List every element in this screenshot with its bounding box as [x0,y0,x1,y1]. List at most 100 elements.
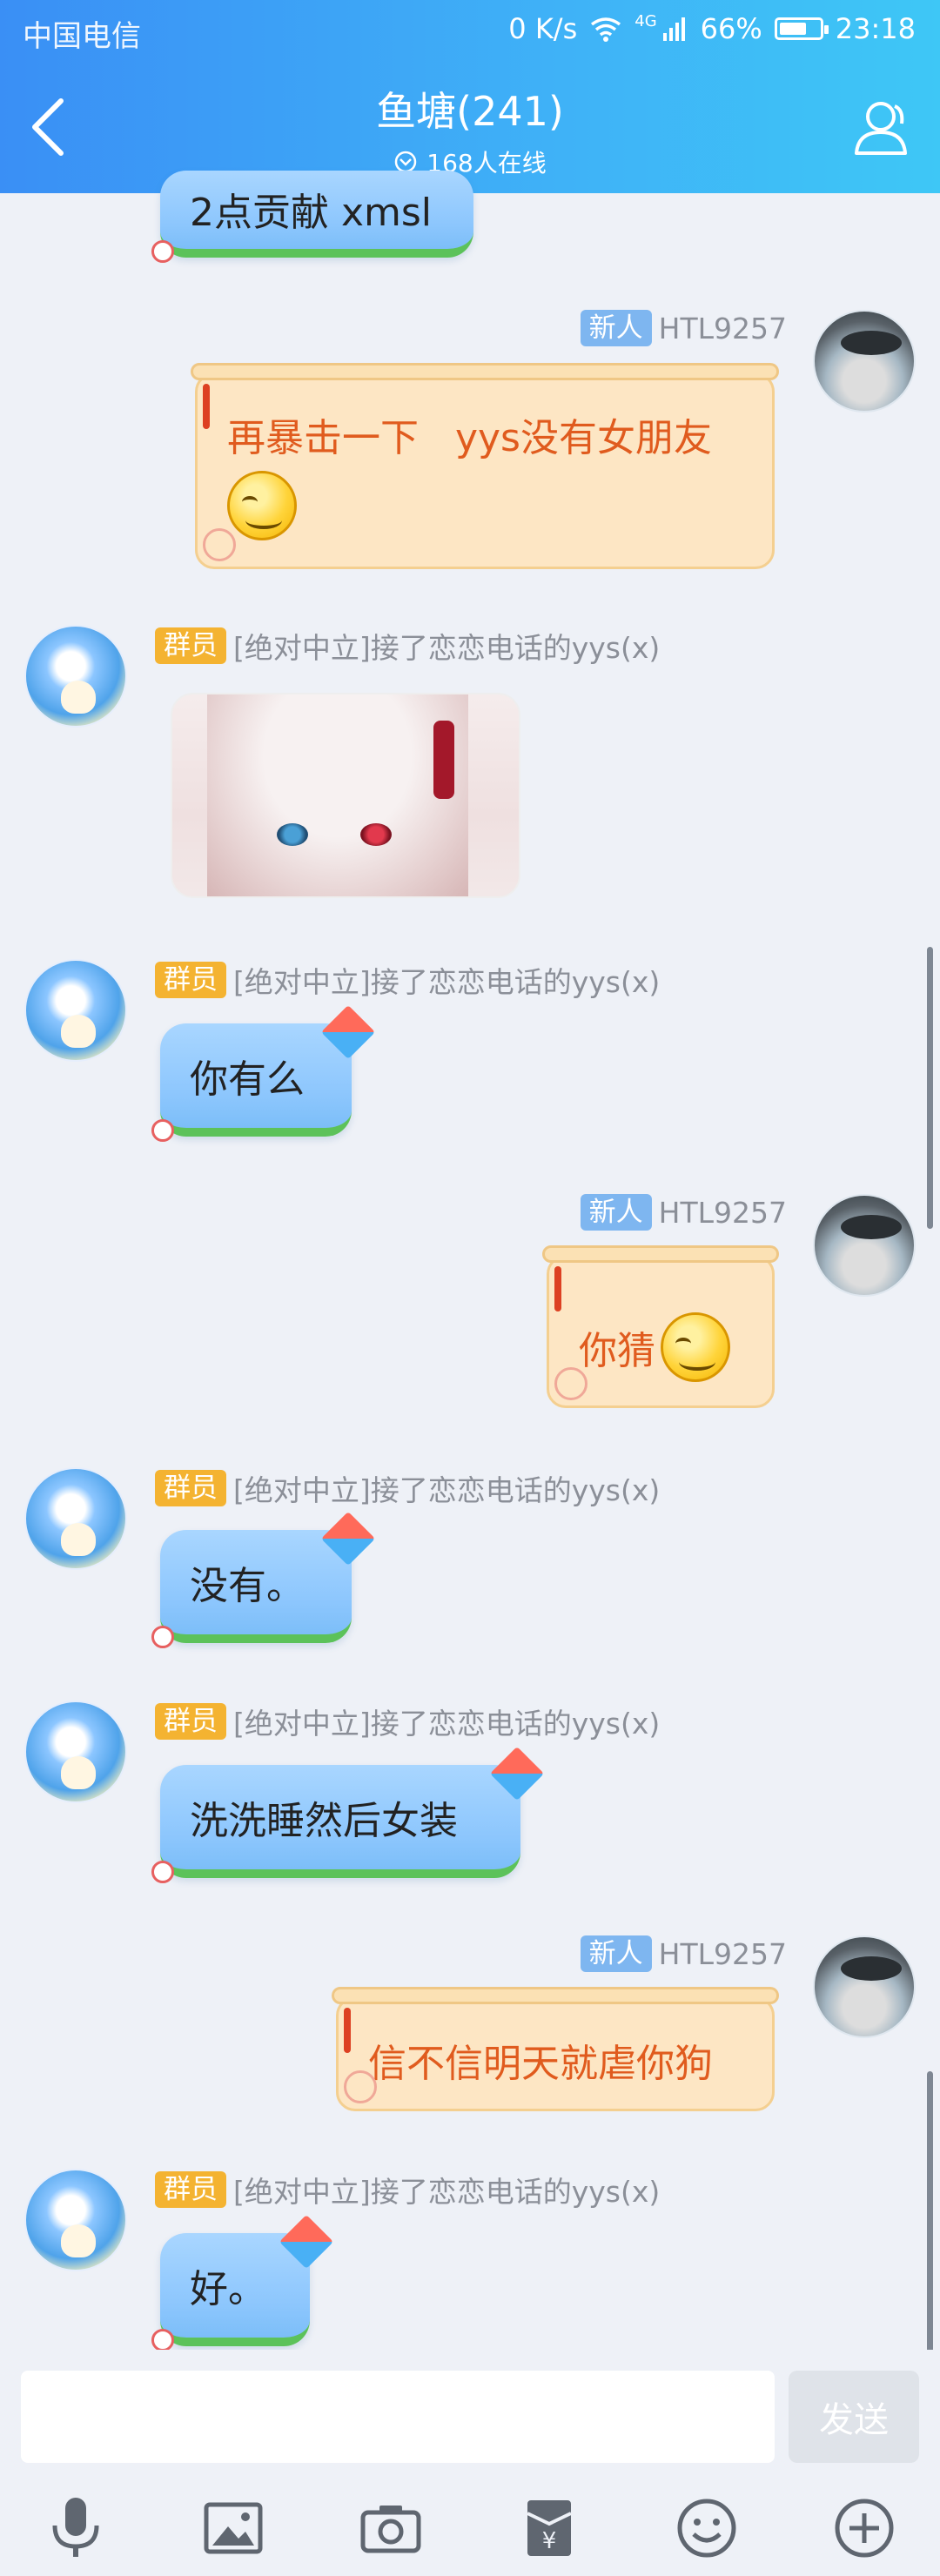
sender-meta: 群员 [绝对中立]接了恋恋电话的yys(x) [155,625,660,667]
image-detail [277,823,308,846]
sender-meta: 群员 [绝对中立]接了恋恋电话的yys(x) [155,1701,660,1742]
role-badge: 群员 [155,627,226,664]
bubble-decoration [554,1367,588,1400]
bubble-decoration [151,1626,174,1648]
message-text: 你猜 [579,1329,655,1373]
bubble-decoration [332,1987,779,2004]
avatar[interactable] [24,1467,127,1570]
message-bubble[interactable]: 你有么 [151,1004,376,1142]
bubble-decoration [344,2008,351,2053]
clock: 23:18 [835,12,916,45]
sender-name: [绝对中立]接了恋恋电话的yys(x) [233,965,661,999]
input-area: 发送 ¥ [0,2350,940,2576]
bubble-decoration [151,2329,174,2351]
group-title: 鱼塘(241) [376,88,564,135]
scrollbar[interactable] [927,2071,933,2371]
sender-meta: 群员 [绝对中立]接了恋恋电话的yys(x) [155,959,660,1001]
avatar[interactable] [813,1935,916,2038]
voice-button[interactable] [37,2489,115,2567]
message-bubble[interactable]: 2点贡献 xmsl [151,171,473,263]
camera-icon [360,2506,421,2553]
signal-icon [662,17,685,41]
sender-meta: 新人 HTL9257 [580,1935,787,1972]
message-text: 好。 [190,2267,266,2311]
group-members-button[interactable] [849,94,916,160]
wifi-icon [591,17,621,42]
sender-name: HTL9257 [658,1936,787,1971]
scrollbar[interactable] [927,947,933,1229]
message-text: 你有么 [190,1057,305,1102]
sender-name: [绝对中立]接了恋恋电话的yys(x) [233,1473,661,1507]
red-packet-button[interactable]: ¥ [510,2489,588,2567]
battery-percent: 66% [700,12,762,45]
send-button[interactable]: 发送 [789,2371,919,2463]
kite-icon [320,1511,376,1566]
image-message[interactable] [171,693,520,898]
message-bubble[interactable]: 你猜 [542,1245,779,1408]
message-text: 2点贡献 xmsl [190,191,433,235]
avatar[interactable] [813,310,916,413]
more-button[interactable] [825,2489,903,2567]
message-input[interactable] [21,2371,775,2463]
role-badge: 新人 [580,1194,652,1231]
smiley-emoji-icon [661,1312,730,1382]
image-icon [204,2502,263,2554]
sender-name: [绝对中立]接了恋恋电话的yys(x) [233,1707,661,1741]
role-badge: 新人 [580,1935,652,1972]
svg-text:¥: ¥ [541,2528,556,2554]
red-packet-icon: ¥ [526,2500,572,2556]
header-bar: 中国电信 0 K/s 4G 66% 23:18 鱼塘(241) 168人在线 [0,0,940,193]
status-bar: 中国电信 0 K/s 4G 66% 23:18 [0,0,940,64]
input-toolbar: ¥ [0,2480,940,2576]
camera-button[interactable] [352,2489,430,2567]
microphone-icon [52,2498,99,2557]
role-badge: 群员 [155,962,226,998]
sender-meta: 新人 HTL9257 [580,310,787,346]
avatar[interactable] [24,625,127,728]
sender-name: [绝对中立]接了恋恋电话的yys(x) [233,2175,661,2209]
plus-icon [835,2499,894,2558]
message-text: 再暴击一下 yys没有女朋友 [227,416,712,460]
message-bubble[interactable]: 好。 [151,2214,334,2351]
bubble-decoration [203,384,210,429]
photo-button[interactable] [194,2489,272,2567]
status-indicators: 0 K/s 4G 66% 23:18 [508,12,916,45]
network-type: 4G [634,12,657,30]
bubble-decoration [542,1245,779,1263]
sender-meta: 群员 [绝对中立]接了恋恋电话的yys(x) [155,2169,660,2210]
kite-icon [489,1746,545,1801]
smiley-emoji-icon [227,471,297,540]
emoji-icon [677,2499,736,2558]
network-speed: 0 K/s [508,12,578,45]
message-bubble[interactable]: 信不信明天就虐你狗 [332,1987,779,2111]
sender-name: [绝对中立]接了恋恋电话的yys(x) [233,631,661,665]
message-bubble[interactable]: 再暴击一下 yys没有女朋友 [191,363,779,569]
emoji-button[interactable] [668,2489,746,2567]
role-badge: 群员 [155,1703,226,1740]
chat-title-block: 鱼塘(241) 168人在线 [0,80,940,179]
avatar[interactable] [24,959,127,1062]
image-detail [433,721,454,799]
anime-girl-image [207,694,468,896]
battery-icon [774,17,829,40]
sender-meta: 群员 [绝对中立]接了恋恋电话的yys(x) [155,1467,660,1509]
avatar[interactable] [813,1194,916,1297]
message-bubble[interactable]: 没有。 [151,1511,376,1648]
bubble-decoration [554,1266,561,1311]
message-text: 信不信明天就虐你狗 [368,2042,713,2086]
bubble-decoration [203,528,236,561]
kite-icon [279,2214,334,2270]
message-text: 洗洗睡然后女装 [190,1799,458,1843]
carrier-name: 中国电信 [23,19,141,54]
role-badge: 群员 [155,2171,226,2208]
sender-meta: 新人 HTL9257 [580,1194,787,1231]
message-bubble[interactable]: 洗洗睡然后女装 [151,1746,545,1883]
sender-name: HTL9257 [658,311,787,345]
avatar[interactable] [24,2169,127,2271]
avatar[interactable] [24,1701,127,1803]
bubble-decoration [151,1119,174,1142]
bubble-decoration [191,363,779,380]
message-text: 没有。 [190,1564,305,1608]
image-detail [360,823,392,846]
bubble-decoration [344,2070,377,2103]
